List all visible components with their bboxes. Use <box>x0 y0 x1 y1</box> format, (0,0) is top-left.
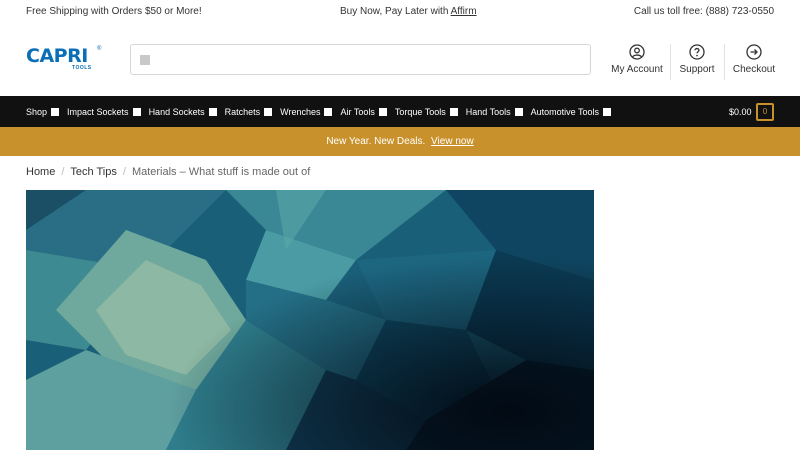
nav-item-shop[interactable]: Shop <box>26 106 60 117</box>
nav-item-label: Air Tools <box>340 106 375 117</box>
dropdown-toggle-icon[interactable] <box>132 107 141 116</box>
nav-item-label: Impact Sockets <box>67 106 129 117</box>
nav-item-impact-sockets[interactable]: Impact Sockets <box>67 107 141 117</box>
nav-item-label: Shop <box>26 106 48 117</box>
arrow-right-circle-icon <box>746 44 762 60</box>
abstract-polygon-artwork <box>26 190 594 450</box>
help-icon <box>689 44 705 60</box>
user-icon <box>629 44 645 60</box>
dropdown-toggle-icon[interactable] <box>51 107 60 116</box>
nav-item-automotive-tools[interactable]: Automotive Tools <box>531 107 611 117</box>
top-announcement-bar: Free Shipping with Orders $50 or More! B… <box>0 0 800 24</box>
nav-item-label: Torque Tools <box>394 106 446 117</box>
header-divider <box>724 44 725 80</box>
shipping-notice: Free Shipping with Orders $50 or More! <box>26 6 202 17</box>
nav-item-wrenches[interactable]: Wrenches <box>280 106 333 117</box>
bnpl-text: Buy Now, Pay Later with <box>340 6 449 17</box>
nav-item-label: Hand Tools <box>465 106 511 117</box>
my-account-link[interactable]: My Account <box>610 44 664 75</box>
nav-item-label: Ratchets <box>224 106 261 117</box>
cart-total[interactable]: $0.00 <box>729 107 752 117</box>
header-divider <box>670 44 671 80</box>
breadcrumb-separator: / <box>122 166 126 178</box>
breadcrumb-home[interactable]: Home <box>26 166 55 178</box>
nav-item-ratchets[interactable]: Ratchets <box>225 107 273 117</box>
dropdown-toggle-icon[interactable] <box>378 107 387 116</box>
search-input[interactable] <box>130 44 591 75</box>
breadcrumb-tech-tips[interactable]: Tech Tips <box>70 166 116 178</box>
nav-item-hand-sockets[interactable]: Hand Sockets <box>149 107 217 117</box>
dropdown-toggle-icon[interactable] <box>514 107 523 116</box>
cart-count-badge[interactable]: 0 <box>756 103 774 121</box>
search-icon <box>140 55 150 65</box>
logo-wordmark: CAPRI <box>26 45 88 67</box>
checkout-link[interactable]: Checkout <box>732 44 776 75</box>
phone-notice: Call us toll free: (888) 723-0550 <box>633 6 774 17</box>
site-header: CAPRI ® TOOLS My Account Support Checkou… <box>0 24 800 96</box>
dropdown-toggle-icon[interactable] <box>208 107 217 116</box>
my-account-label: My Account <box>611 64 663 75</box>
support-link[interactable]: Support <box>677 44 717 75</box>
bnpl-notice: Buy Now, Pay Later with Affirm <box>340 6 477 17</box>
nav-item-label: Hand Sockets <box>148 106 205 117</box>
nav-item-hand-tools[interactable]: Hand Tools <box>466 107 523 117</box>
promo-banner: New Year. New Deals. View now <box>0 127 800 156</box>
logo-subtitle: TOOLS <box>72 65 92 71</box>
dropdown-toggle-icon[interactable] <box>264 107 273 116</box>
support-label: Support <box>679 64 715 75</box>
primary-navigation: Shop Impact Sockets Hand Sockets Ratchet… <box>0 96 800 127</box>
logo-registered-mark: ® <box>97 46 102 52</box>
capri-tools-logo[interactable]: CAPRI ® TOOLS <box>26 46 102 76</box>
featured-image <box>26 190 594 450</box>
nav-item-label: Wrenches <box>280 106 321 117</box>
nav-menu: Shop Impact Sockets Hand Sockets Ratchet… <box>26 96 619 127</box>
dropdown-toggle-icon[interactable] <box>449 107 458 116</box>
breadcrumb-separator: / <box>61 166 65 178</box>
view-now-link[interactable]: View now <box>431 136 474 147</box>
breadcrumb-current: Materials – What stuff is made out of <box>131 166 311 178</box>
nav-item-label: Automotive Tools <box>530 106 599 117</box>
promo-text: New Year. New Deals. <box>326 136 426 147</box>
breadcrumb: Home / Tech Tips / Materials – What stuff is… <box>26 166 310 178</box>
dropdown-toggle-icon[interactable] <box>324 107 333 116</box>
dropdown-toggle-icon[interactable] <box>602 107 611 116</box>
nav-item-torque-tools[interactable]: Torque Tools <box>395 107 458 117</box>
checkout-label: Checkout <box>732 64 776 75</box>
nav-item-air-tools[interactable]: Air Tools <box>340 106 387 117</box>
affirm-link[interactable]: Affirm <box>451 6 477 17</box>
